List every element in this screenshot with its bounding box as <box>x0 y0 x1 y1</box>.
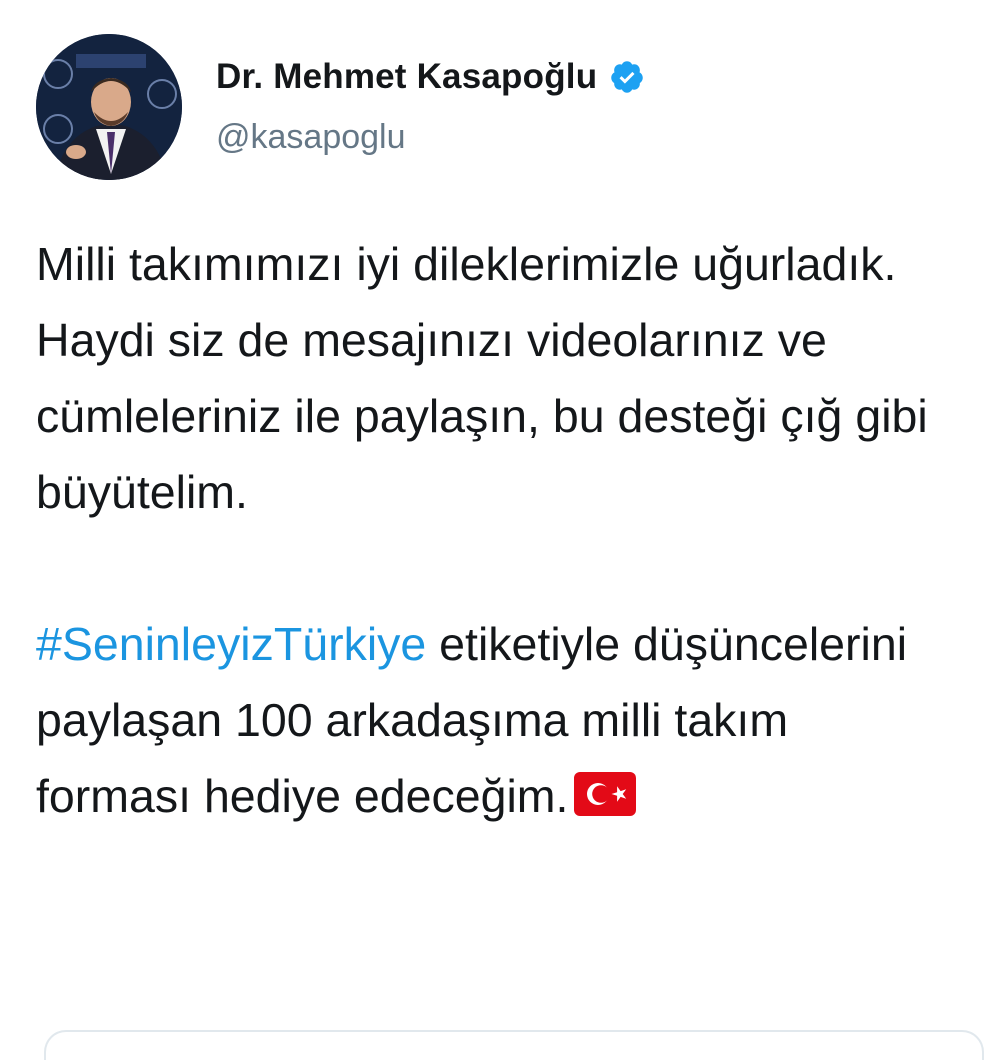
hashtag-link[interactable]: #SeninleyizTürkiye <box>36 618 426 670</box>
embedded-card-edge[interactable] <box>44 1030 984 1060</box>
display-name[interactable]: Dr. Mehmet Kasapoğlu <box>216 58 597 97</box>
handle[interactable]: @kasapoglu <box>216 118 645 156</box>
avatar-photo <box>36 34 182 180</box>
author-names: Dr. Mehmet Kasapoğlu @kasapoglu <box>216 34 645 180</box>
avatar[interactable] <box>36 34 182 180</box>
turkey-flag-emoji <box>574 772 637 816</box>
tweet-header: Dr. Mehmet Kasapoğlu @kasapoglu <box>36 34 645 180</box>
tweet-paragraph-1: Milli takımımızı iyi dileklerimizle uğur… <box>36 238 928 518</box>
tweet: Dr. Mehmet Kasapoğlu @kasapoglu Milli ta… <box>0 0 989 1060</box>
tweet-text: Milli takımımızı iyi dileklerimizle uğur… <box>36 226 956 834</box>
verified-badge-icon <box>609 59 645 95</box>
display-name-row[interactable]: Dr. Mehmet Kasapoğlu <box>216 58 645 97</box>
tweet-paragraph-2: #SeninleyizTürkiye etiketiyle düşünceler… <box>36 606 956 834</box>
